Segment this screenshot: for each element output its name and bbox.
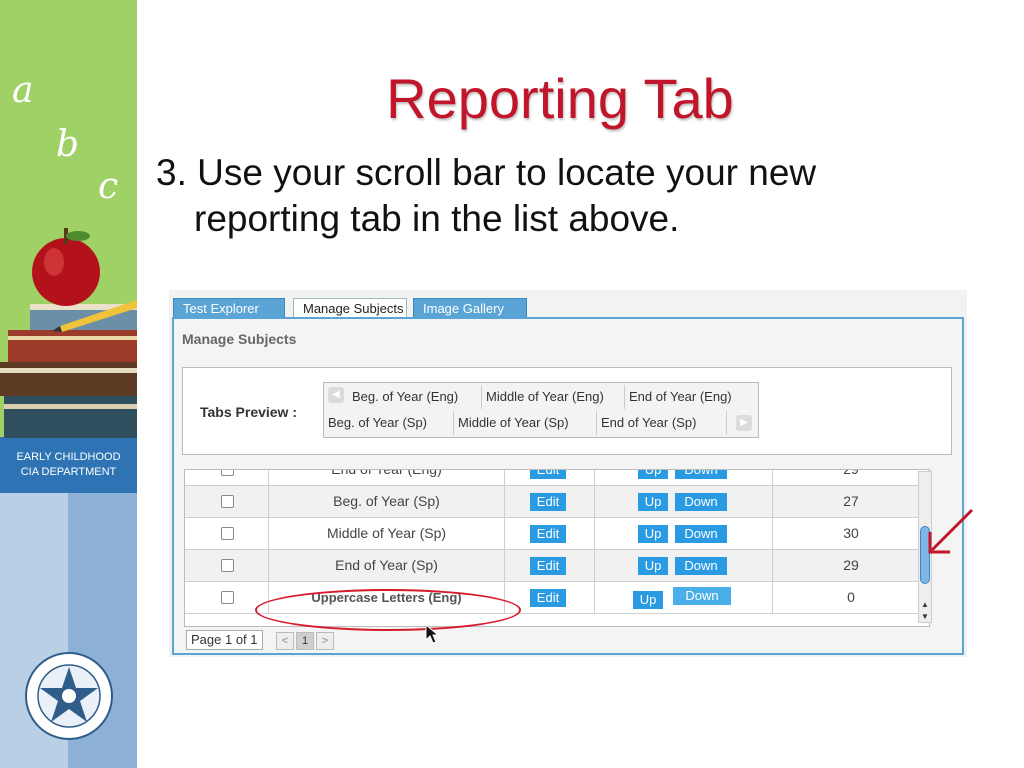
order-cell: Up Down [595,582,773,613]
slide-title: Reporting Tab [386,67,734,130]
table-row: Middle of Year (Sp) Edit Up Down 30 [185,518,929,550]
down-button[interactable]: Down [675,525,727,543]
left-decorative-band: a b c EARLY CHILDHOOD CIA DEPARTMENT [0,0,137,768]
row-select-cell [185,486,269,517]
down-button[interactable]: Down [673,587,731,605]
preview-row-english: Beg. of Year (Eng) Middle of Year (Eng) … [324,385,760,409]
subject-name: Beg. of Year (Sp) [269,486,505,517]
edit-button[interactable]: Edit [530,493,566,511]
preview-tab[interactable]: Beg. of Year (Sp) [324,411,454,435]
down-button[interactable]: Down [675,470,727,479]
highlight-ring [255,589,521,631]
pager-status: Page 1 of 1 [186,630,263,650]
edit-cell: Edit [505,486,595,517]
department-line2: CIA DEPARTMENT [20,466,117,478]
letter-b: b [56,124,80,165]
subject-count: 27 [843,493,859,509]
section-title: Manage Subjects [182,331,297,347]
up-button[interactable]: Up [638,557,668,575]
subject-name: Middle of Year (Sp) [269,518,505,549]
preview-scroll-right-icon[interactable]: ▶ [736,415,752,431]
edit-cell: Edit [505,518,595,549]
apple-books-illustration [0,228,137,438]
order-cell: Up Down [595,550,773,581]
edit-cell: Edit [505,550,595,581]
row-checkbox[interactable] [221,527,234,540]
edit-button[interactable]: Edit [530,557,566,575]
mouse-cursor-icon [425,624,440,644]
pager-prev-button[interactable]: < [276,632,294,650]
subject-count: 29 [843,469,859,477]
subject-count: 29 [843,557,859,573]
order-cell: Up Down [595,518,773,549]
tabs-preview-label: Tabs Preview : [200,404,298,420]
preview-tab[interactable]: End of Year (Sp) [597,411,727,435]
down-button[interactable]: Down [675,493,727,511]
edit-button[interactable]: Edit [530,470,566,479]
row-checkbox[interactable] [221,495,234,508]
subject-count: 0 [847,589,855,605]
edit-button[interactable]: Edit [530,589,566,607]
department-line1: EARLY CHILDHOOD [16,451,121,463]
table-row: End of Year (Sp) Edit Up Down 29 [185,550,929,582]
tab-test-explorer[interactable]: Test Explorer [173,298,285,318]
up-button[interactable]: Up [633,591,663,609]
row-checkbox[interactable] [221,559,234,572]
apple-icon [32,228,100,306]
scroll-down-icon[interactable]: ▼ [921,612,929,621]
edit-cell: Edit [505,470,595,485]
subject-name: End of Year (Sp) [269,550,505,581]
pager-current-page[interactable]: 1 [296,632,314,650]
pager-next-button[interactable]: > [316,632,334,650]
tabs-preview-box: ◀ Beg. of Year (Eng) Middle of Year (Eng… [323,382,759,438]
up-button[interactable]: Up [638,493,668,511]
table-row: End of Year (Eng) Edit Up Down 29 [185,469,929,486]
subject-name: End of Year (Eng) [269,470,505,485]
down-button[interactable]: Down [675,557,727,575]
tabs-preview-panel: Tabs Preview : ◀ Beg. of Year (Eng) Midd… [182,367,952,455]
preview-tab[interactable]: Middle of Year (Sp) [454,411,597,435]
row-checkbox[interactable] [221,591,234,604]
preview-row-spanish: Beg. of Year (Sp) Middle of Year (Sp) En… [324,411,760,435]
order-cell: Up Down [595,486,773,517]
subject-count: 30 [843,525,859,541]
up-button[interactable]: Up [638,470,668,479]
row-select-cell [185,518,269,549]
district-seal-icon [25,652,113,740]
tab-image-gallery[interactable]: Image Gallery [413,298,527,318]
preview-tab[interactable]: Beg. of Year (Eng) [348,385,482,409]
preview-tab[interactable]: Middle of Year (Eng) [482,385,625,409]
row-select-cell [185,470,269,485]
letter-c: c [98,166,119,207]
slide-instruction: 3. Use your scroll bar to locate your ne… [156,152,817,239]
order-cell: Up Down [595,470,773,485]
red-annotation-arrow-icon [928,508,974,554]
edit-button[interactable]: Edit [530,525,566,543]
preview-tab[interactable]: End of Year (Eng) [625,385,757,409]
scroll-up-icon[interactable]: ▲ [921,600,929,609]
letter-a: a [12,70,34,111]
up-button[interactable]: Up [638,525,668,543]
department-label: EARLY CHILDHOOD CIA DEPARTMENT [0,450,137,480]
row-select-cell [185,550,269,581]
row-checkbox[interactable] [221,470,234,476]
table-row: Beg. of Year (Sp) Edit Up Down 27 [185,486,929,518]
